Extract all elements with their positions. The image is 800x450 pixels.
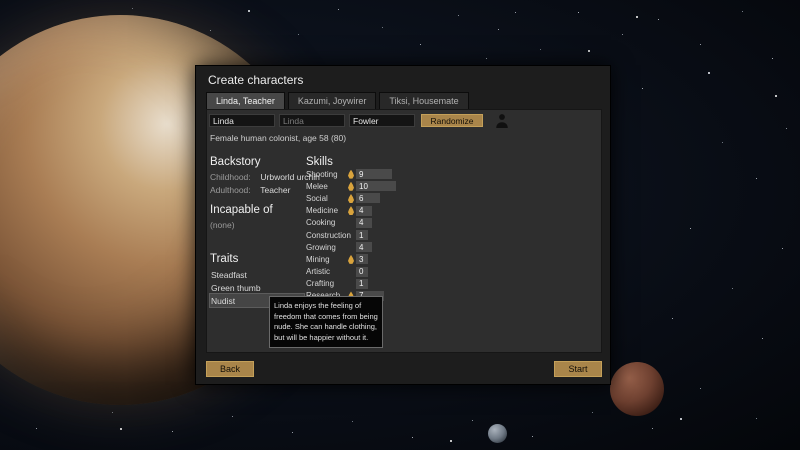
- skill-level: 4: [359, 242, 364, 252]
- skill-name: Artistic: [306, 267, 330, 277]
- dialog-create-characters: Create characters Linda, Teacher Kazumi,…: [195, 65, 611, 385]
- skill-bar: 4: [356, 217, 372, 228]
- randomize-button[interactable]: Randomize: [421, 114, 483, 127]
- skill-name: Growing: [306, 242, 336, 252]
- start-button[interactable]: Start: [554, 361, 602, 377]
- skill-name: Shooting: [306, 169, 338, 179]
- skill-row: Medicine 4: [306, 205, 536, 217]
- skill-bar: 1: [356, 278, 368, 289]
- passion-flame-icon: [348, 181, 354, 191]
- skills-list: Shooting 9 Melee 10 Social 6 Medicine 4 …: [306, 168, 536, 302]
- skill-name: Melee: [306, 181, 328, 191]
- incapable-heading: Incapable of: [210, 204, 273, 216]
- small-moon: [488, 424, 507, 443]
- bright-stars-layer: [0, 0, 2, 2]
- tab-linda-teacher[interactable]: Linda, Teacher: [206, 92, 285, 109]
- large-moon: [610, 362, 664, 416]
- childhood-label: Childhood:: [210, 172, 251, 182]
- skill-name: Medicine: [306, 206, 339, 216]
- skill-name: Construction: [306, 230, 351, 240]
- trait-item-steadfast[interactable]: Steadfast: [210, 268, 304, 281]
- skill-row: Crafting 1: [306, 278, 536, 290]
- first-name-field[interactable]: [209, 114, 275, 127]
- skill-level: 1: [359, 279, 364, 289]
- character-tabs: Linda, Teacher Kazumi, Joywirer Tiksi, H…: [206, 92, 469, 109]
- page-title: Create characters: [208, 73, 304, 87]
- nickname-field[interactable]: [279, 114, 345, 127]
- skill-bar: 0: [356, 266, 368, 277]
- character-panel: Randomize Female human colonist, age 58 …: [206, 109, 602, 353]
- passion-flame-icon: [348, 169, 354, 179]
- skill-level: 1: [359, 230, 364, 240]
- last-name-field[interactable]: [349, 114, 415, 127]
- trait-tooltip: Linda enjoys the feeling of freedom that…: [269, 296, 383, 348]
- skill-level: 9: [359, 169, 364, 179]
- skill-level: 0: [359, 267, 364, 277]
- skill-row: Construction 1: [306, 229, 536, 241]
- skill-row: Shooting 9: [306, 168, 536, 180]
- skills-heading: Skills: [306, 156, 333, 168]
- skill-row: Artistic 0: [306, 266, 536, 278]
- passion-flame-icon: [348, 193, 354, 203]
- skill-bar: 1: [356, 230, 368, 241]
- skill-bar: 4: [356, 242, 372, 253]
- skill-level: 10: [359, 181, 368, 191]
- passion-flame-icon: [348, 254, 354, 264]
- backstory-row-adulthood: Adulthood: Teacher: [210, 185, 290, 195]
- back-button[interactable]: Back: [206, 361, 254, 377]
- skill-row: Cooking 4: [306, 217, 536, 229]
- skill-level: 4: [359, 218, 364, 228]
- tab-tiksi-housemate[interactable]: Tiksi, Housemate: [379, 92, 469, 109]
- passion-flame-icon: [348, 206, 354, 216]
- skill-row: Social 6: [306, 192, 536, 204]
- skill-bar: 4: [356, 205, 372, 216]
- backstory-heading: Backstory: [210, 156, 261, 168]
- skill-bar: 3: [356, 254, 368, 265]
- person-icon: [495, 113, 509, 128]
- skill-bar: 10: [356, 181, 396, 192]
- backstory-row-childhood: Childhood: Urbworld urchin: [210, 172, 320, 182]
- traits-heading: Traits: [210, 253, 239, 265]
- skill-level: 3: [359, 254, 364, 264]
- skill-bar: 9: [356, 169, 392, 180]
- skill-name: Mining: [306, 254, 330, 264]
- skill-name: Crafting: [306, 279, 335, 289]
- skill-bar: 6: [356, 193, 380, 204]
- adulthood-value[interactable]: Teacher: [260, 185, 290, 195]
- skill-level: 4: [359, 206, 364, 216]
- tab-kazumi-joywirer[interactable]: Kazumi, Joywirer: [287, 92, 377, 109]
- skill-row: Growing 4: [306, 241, 536, 253]
- skill-name: Social: [306, 193, 328, 203]
- adulthood-label: Adulthood:: [210, 185, 251, 195]
- trait-item-green-thumb[interactable]: Green thumb: [210, 281, 304, 294]
- skill-row: Mining 3: [306, 253, 536, 265]
- skill-name: Cooking: [306, 218, 336, 228]
- skill-level: 6: [359, 193, 364, 203]
- incapable-value: (none): [210, 220, 235, 230]
- skill-row: Melee 10: [306, 180, 536, 192]
- bio-line: Female human colonist, age 58 (80): [210, 133, 347, 143]
